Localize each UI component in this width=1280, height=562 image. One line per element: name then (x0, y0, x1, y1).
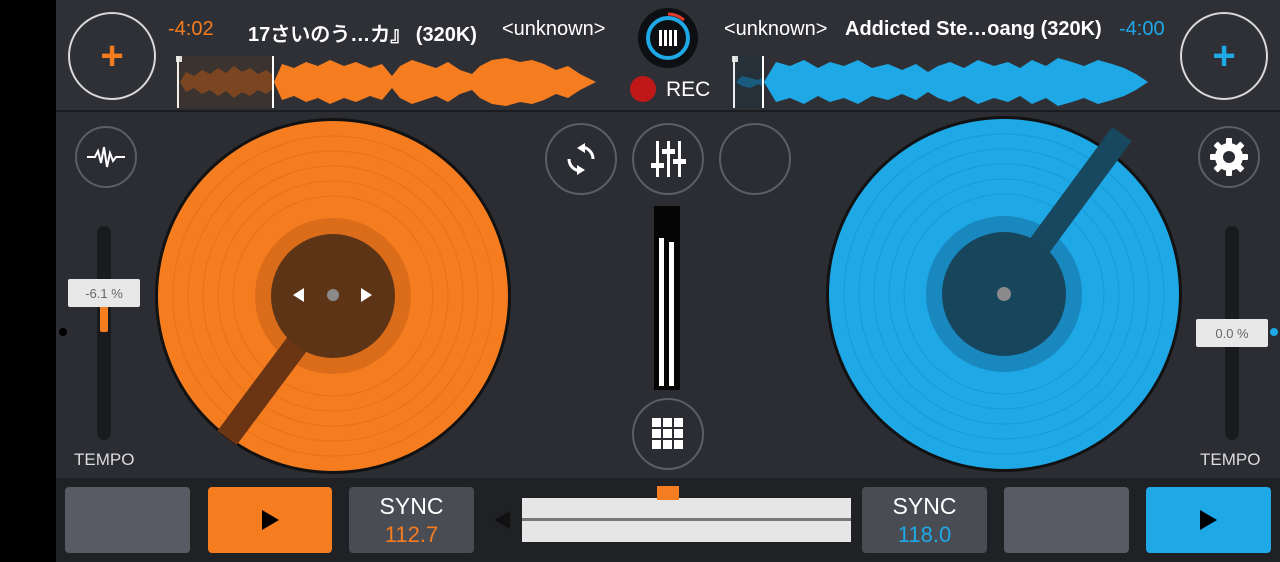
waveform-fx-button[interactable] (75, 126, 137, 188)
sync-arrows-icon (567, 143, 595, 175)
gear-icon (1210, 138, 1248, 176)
deck-a-sync-button[interactable]: SYNC 112.7 (349, 487, 474, 553)
deck-b-bpm: 118.0 (897, 521, 952, 547)
top-bar: + -4:02 17さいのう…カ』 (320K) <unknown> REC <… (56, 0, 1280, 112)
deck-b-artist: <unknown> (724, 18, 828, 40)
deck-b-tempo-label: TEMPO (1200, 450, 1261, 469)
deck-a-bpm: 112.7 (384, 521, 439, 547)
deck-a-waveform[interactable] (176, 56, 596, 108)
deck-a-play-button[interactable] (208, 487, 332, 553)
play-icon (261, 510, 279, 530)
loop-button[interactable] (545, 123, 617, 195)
deck-b-tempo-marker (1270, 328, 1278, 336)
crossfader-left-arrow-icon[interactable] (494, 511, 510, 529)
plus-icon: + (100, 34, 124, 78)
crossfader-handle[interactable] (657, 486, 679, 500)
bottom-bar: SYNC 112.7 SYNC 118.0 (56, 478, 1280, 562)
deck-b-play-button[interactable] (1146, 487, 1271, 553)
dj-app: + -4:02 17さいのう…カ』 (320K) <unknown> REC <… (56, 0, 1280, 562)
deck-b-tempo-value: 0.0 % (1196, 319, 1268, 347)
vu-meter (654, 206, 680, 390)
deck-b-time: -4:00 (1119, 18, 1165, 40)
deck-a-tempo-value: -6.1 % (68, 279, 140, 307)
deck-a-turntable[interactable] (153, 116, 513, 476)
vu-bar-right (669, 242, 674, 386)
deck-a-cue-button[interactable] (65, 487, 190, 553)
deck-b-sync-label: SYNC (892, 492, 957, 519)
deck-a-sync-label: SYNC (379, 492, 444, 519)
deck-a-tempo-label: TEMPO (74, 450, 135, 469)
grid-icon (652, 418, 683, 449)
empty-slot-button[interactable] (719, 123, 791, 195)
deck-b-turntable[interactable] (824, 114, 1184, 474)
deck-b-load-button[interactable]: + (1180, 12, 1268, 100)
play-icon (1200, 510, 1217, 530)
deck-a-title: 17さいのう…カ』 (320K) (248, 24, 477, 46)
vu-bar-left (659, 238, 664, 386)
deck-a-tempo-level (100, 304, 108, 332)
settings-button[interactable] (1198, 126, 1260, 188)
crossfader-track (522, 518, 851, 521)
deck-b-sync-button[interactable]: SYNC 118.0 (862, 487, 987, 553)
disc-logo-icon (646, 12, 690, 60)
deck-b-cue-button[interactable] (1004, 487, 1129, 553)
mixer-button[interactable] (632, 123, 704, 195)
deck-a-tempo-marker (59, 328, 67, 336)
app-logo[interactable] (638, 8, 698, 68)
pads-button[interactable] (632, 398, 704, 470)
deck-b-title: Addicted Ste…oang (320K) (845, 18, 1102, 40)
crossfader[interactable] (522, 498, 851, 542)
deck-a-artist: <unknown> (502, 18, 606, 40)
deck-b-waveform[interactable] (732, 56, 1148, 108)
deck-a-tempo-slider[interactable] (97, 226, 111, 440)
waveform-icon (87, 146, 125, 168)
plus-icon: + (1212, 34, 1236, 78)
deck-a-load-button[interactable]: + (68, 12, 156, 100)
sliders-icon (651, 141, 686, 177)
record-button[interactable] (630, 76, 656, 102)
record-label: REC (666, 78, 711, 101)
deck-a-time: -4:02 (168, 18, 214, 40)
